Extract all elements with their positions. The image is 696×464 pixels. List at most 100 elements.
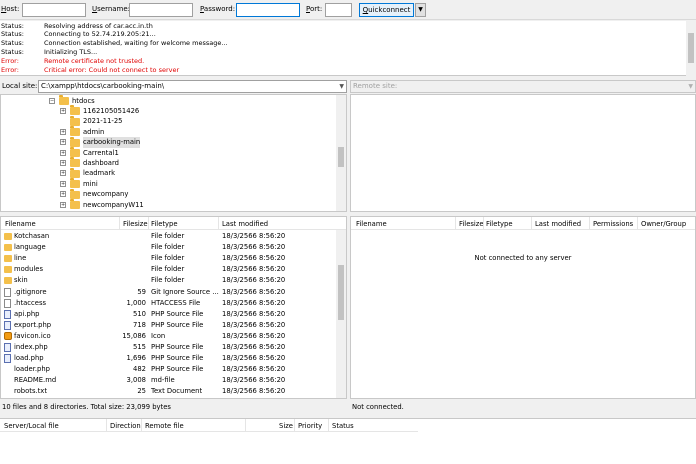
file-modified: 18/3/2566 8:56:20	[222, 276, 286, 285]
username-input[interactable]	[129, 3, 193, 17]
file-row[interactable]: .htaccess 1,000 HTACCESS File 18/3/2566 8:5…	[1, 298, 337, 309]
tree-scrollbar[interactable]	[336, 95, 346, 211]
file-row[interactable]: line File folder 18/3/2566 8:56:20	[1, 253, 337, 264]
file-type: File folder	[151, 254, 185, 263]
file-row[interactable]: export.php 718 PHP Source File 18/3/2566 8:…	[1, 320, 337, 331]
file-row[interactable]: index.php 515 PHP Source File 18/3/2566 8:5…	[1, 342, 337, 353]
file-row[interactable]: load.php 1,696 PHP Source File 18/3/2566 8:…	[1, 353, 337, 364]
password-input[interactable]	[236, 3, 300, 17]
file-row[interactable]: Kotchasan File folder 18/3/2566 8:56:20	[1, 231, 337, 242]
file-row[interactable]: modules File folder 18/3/2566 8:56:20	[1, 264, 337, 275]
column-header-remote-file[interactable]: Remote file	[145, 422, 184, 430]
tree-item[interactable]: + leadmark	[1, 167, 337, 179]
file-size: 15,086	[122, 331, 146, 340]
file-modified: 18/3/2566 8:56:20	[222, 265, 286, 274]
column-header-filename[interactable]: Filename	[5, 220, 36, 228]
local-file-list[interactable]: Filename Filesize Filetype Last modified…	[0, 216, 347, 399]
chevron-down-icon[interactable]: ▼	[339, 81, 344, 92]
file-row[interactable]: .gitignore 59 Git Ignore Source ... 18/3/25…	[1, 287, 337, 298]
file-type: PHP Source File	[151, 320, 204, 329]
message-log[interactable]: Status: Resolving address of car.acc.in.t…	[0, 21, 696, 76]
port-input[interactable]	[325, 3, 352, 17]
tree-item[interactable]: + newcompanyW11	[1, 199, 337, 211]
file-row[interactable]: api.php 510 PHP Source File 18/3/2566 8:56:…	[1, 309, 337, 320]
column-header-direction[interactable]: Direction	[110, 422, 141, 430]
file-row[interactable]: favicon.ico 15,086 Icon 18/3/2566 8:56:20	[1, 331, 337, 342]
column-header-size[interactable]: Size	[279, 422, 293, 430]
php-file-icon	[4, 354, 11, 364]
folder-icon	[70, 157, 80, 168]
expand-icon[interactable]: +	[60, 149, 66, 156]
file-type: PHP Source File	[151, 343, 204, 351]
folder-icon	[70, 199, 80, 209]
tree-item[interactable]: + dashboard	[1, 157, 337, 169]
folder-icon	[4, 266, 12, 274]
tree-item[interactable]: + newcompany	[1, 188, 337, 200]
collapse-icon[interactable]: −	[49, 97, 55, 104]
php-file-icon	[4, 320, 11, 330]
php-file-icon	[4, 309, 11, 319]
column-header-filetype[interactable]: Filetype	[151, 220, 178, 228]
expand-icon[interactable]: +	[60, 107, 66, 114]
expand-icon[interactable]: +	[60, 159, 66, 166]
column-header-filesize[interactable]: Filesize	[123, 220, 148, 228]
tree-item-label: mini	[83, 179, 98, 188]
remote-directory-tree[interactable]	[350, 94, 696, 212]
file-row[interactable]: language File folder 18/3/2566 8:56:20	[1, 242, 337, 253]
tree-item[interactable]: +1162105051426	[1, 105, 337, 117]
host-input[interactable]	[22, 3, 86, 17]
log-scrollbar[interactable]	[686, 21, 696, 76]
column-header-last-modified[interactable]: Last modified	[222, 220, 268, 228]
column-header-priority[interactable]: Priority	[298, 422, 322, 430]
quickconnect-button[interactable]: Quickconnect	[359, 3, 414, 17]
folder-icon	[4, 277, 12, 285]
log-line: Status: Connecting to 52.74.219.205:21...	[0, 30, 680, 39]
local-site-path-input[interactable]: C:\xampp\htdocs\carbooking-main\ ▼	[38, 80, 347, 93]
expand-icon[interactable]: +	[60, 139, 66, 146]
tree-item[interactable]: + mini	[1, 178, 337, 190]
remote-site-label: Remote site:	[353, 82, 398, 90]
file-name: modules	[14, 265, 44, 274]
file-row[interactable]: skin File folder 18/3/2566 8:56:20	[1, 275, 337, 286]
file-size: 1,696	[126, 354, 146, 363]
file-row[interactable]: README.md 3,008 md-file 18/3/2566 8:56:20	[1, 375, 337, 386]
local-site-bar: Local site: C:\xampp\htdocs\carbooking-m…	[0, 79, 347, 94]
tree-item[interactable]: + admin	[1, 126, 337, 138]
remote-file-list[interactable]: Filename Filesize Filetype Last modified…	[350, 216, 696, 399]
file-type: Git Ignore Source ...	[151, 287, 219, 296]
quickconnect-bar: Host: Username: Password: Port: Quickcon…	[0, 0, 696, 20]
quickconnect-dropdown-icon[interactable]: ▼	[415, 3, 426, 17]
file-modified: 18/3/2566 8:56:20	[222, 331, 286, 340]
local-status-bar: 10 files and 8 directories. Total size: …	[0, 401, 347, 414]
expand-icon[interactable]: +	[60, 191, 66, 198]
file-modified: 18/3/2566 8:56:20	[222, 309, 286, 318]
file-row[interactable]: loader.php 482 PHP Source File 18/3/2566 8:…	[1, 364, 337, 375]
file-type: PHP Source File	[151, 309, 204, 318]
expand-icon[interactable]: +	[60, 180, 66, 187]
column-header-filename[interactable]: Filename	[356, 220, 387, 228]
column-header-server-local-file[interactable]: Server/Local file	[4, 422, 59, 430]
file-type: HTACCESS File	[151, 298, 201, 307]
column-header-status[interactable]: Status	[332, 422, 354, 430]
column-header-permissions[interactable]: Permissions	[593, 220, 633, 228]
transfer-queue[interactable]: Server/Local file Direction Remote file …	[0, 418, 696, 464]
expand-icon[interactable]: +	[60, 128, 66, 135]
tree-item[interactable]: 2021-11-25	[1, 115, 337, 127]
file-row[interactable]: robots.txt 25 Text Document 18/3/2566 8:56:…	[1, 386, 337, 397]
file-type: Icon	[151, 331, 166, 340]
log-type: Status:	[1, 21, 24, 30]
list-scrollbar[interactable]	[336, 230, 346, 398]
remote-site-path-input: Remote site: ▼	[350, 80, 696, 93]
tree-item[interactable]: + carbooking-main	[1, 136, 337, 148]
tree-item-label: Carrental1	[83, 148, 119, 157]
expand-icon[interactable]: +	[60, 170, 66, 177]
local-directory-tree[interactable]: − htdocs +1162105051426 2021-11-25 + admin + ca…	[0, 94, 347, 212]
column-header-filesize[interactable]: Filesize	[459, 220, 484, 228]
tree-item[interactable]: + Carrental1	[1, 147, 337, 159]
expand-icon[interactable]: +	[60, 201, 66, 208]
column-header-filetype[interactable]: Filetype	[486, 220, 513, 228]
log-message: Critical error: Could not connect to ser…	[44, 65, 180, 74]
column-header-last-modified[interactable]: Last modified	[535, 220, 581, 228]
tree-item[interactable]: − htdocs	[1, 95, 337, 107]
column-header-owner-group[interactable]: Owner/Group	[641, 220, 686, 228]
